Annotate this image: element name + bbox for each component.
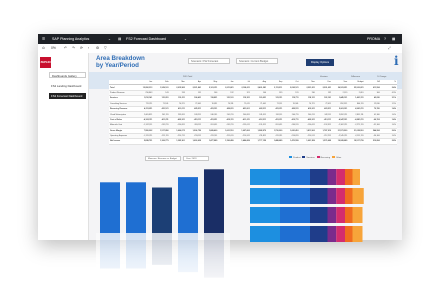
bar [152, 187, 172, 233]
stacked-bar-segment [352, 169, 360, 185]
stacked-bar-segment [250, 226, 280, 242]
bar [204, 169, 224, 233]
bar [178, 177, 198, 233]
charts-layer [96, 169, 364, 293]
stacked-bar-segment [345, 207, 353, 223]
stacked-bar-segment [352, 188, 364, 204]
stacked-bar-segment [310, 207, 328, 223]
stacked-bar-segment [250, 207, 280, 223]
stacked-bar-segment [310, 188, 328, 204]
stacked-bar-segment [280, 188, 310, 204]
bar [126, 182, 146, 233]
stacked-bar-segment [327, 207, 337, 223]
stacked-bar-segment [336, 169, 345, 185]
stacked-bar-segment [336, 207, 345, 223]
stacked-bar-segment [280, 226, 310, 242]
stacked-bar-segment [310, 169, 328, 185]
stacked-bar-segment [327, 188, 337, 204]
stacked-bar-segment [250, 169, 280, 185]
stacked-bar-segment [336, 226, 345, 242]
stacked-bar-segment [280, 169, 310, 185]
stacked-bar-segment [345, 169, 353, 185]
stacked-bar-segment [352, 207, 363, 223]
reflection-fade [96, 233, 230, 293]
stacked-bar-segment [336, 188, 345, 204]
stacked-bar-segment [250, 188, 280, 204]
bar [100, 182, 120, 233]
stacked-bar-segment [280, 207, 310, 223]
stacked-bar-segment [327, 169, 337, 185]
stacked-bar-segment [310, 226, 328, 242]
stacked-bar-segment [345, 226, 353, 242]
stacked-bar-segment [345, 188, 353, 204]
stacked-bar-segment [352, 226, 363, 242]
stacked-bar-segment [327, 226, 337, 242]
